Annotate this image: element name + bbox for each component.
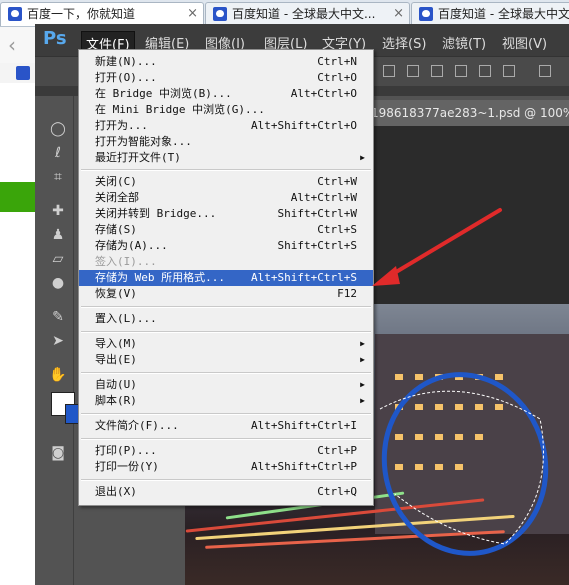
baidu-paw-icon[interactable] (16, 66, 30, 80)
menu-item-close-all[interactable]: 关闭全部 Alt+Ctrl+W (79, 190, 373, 206)
menu-item-label: 签入(I)... (95, 255, 157, 268)
page-green-block (0, 182, 40, 212)
menu-item-open-smart-object[interactable]: 打开为智能对象... (79, 134, 373, 150)
browser-tab-title: 百度知道 - 全球最大中文... (232, 7, 376, 21)
browser-tab-baidu[interactable]: 百度一下，你就知道 × (0, 2, 204, 26)
menu-item-label: 在 Bridge 中浏览(B)... (95, 87, 232, 100)
menu-item-label: 最近打开文件(T) (95, 151, 181, 164)
menu-item-label: 恢复(V) (95, 287, 137, 300)
menu-item-shortcut: Shift+Ctrl+W (277, 207, 357, 220)
menu-item-print[interactable]: 打印(P)... Ctrl+P (79, 443, 373, 459)
menu-separator (81, 413, 371, 415)
menu-item-shortcut: Ctrl+P (317, 444, 357, 457)
menu-item-save-for-web[interactable]: 存储为 Web 所用格式... Alt+Shift+Ctrl+S (79, 270, 373, 286)
menu-item-label: 关闭并转到 Bridge... (95, 207, 217, 220)
menu-item-browse-mini-bridge[interactable]: 在 Mini Bridge 中浏览(G)... (79, 102, 373, 118)
menu-item-save-as[interactable]: 存储为(A)... Shift+Ctrl+S (79, 238, 373, 254)
back-arrow-icon[interactable]: ‹ (8, 35, 30, 57)
menu-separator (81, 479, 371, 481)
menu-item-label: 打开(O)... (95, 71, 157, 84)
menu-item-automate[interactable]: 自动(U) ▶ (79, 377, 373, 393)
menu-item-label: 关闭(C) (95, 175, 137, 188)
menu-item-label: 打开为... (95, 119, 148, 132)
browser-tab-zhidao-2[interactable]: 百度知道 - 全球最大中文 (411, 2, 569, 26)
menu-item-shortcut: Alt+Ctrl+O (290, 87, 357, 100)
menu-item-shortcut: Alt+Shift+Ctrl+O (251, 119, 357, 132)
menu-item-revert[interactable]: 恢复(V) F12 (79, 286, 373, 302)
file-menu-dropdown: 新建(N)... Ctrl+N 打开(O)... Ctrl+O 在 Bridge 中… (78, 49, 374, 506)
menu-item-shortcut: F12 (337, 287, 357, 300)
browser-tab-title: 百度知道 - 全球最大中文 (438, 7, 569, 21)
submenu-arrow-icon: ▶ (360, 396, 365, 405)
menu-item-label: 新建(N)... (95, 55, 157, 68)
menu-item-label: 脚本(R) (95, 394, 137, 407)
menu-item-export[interactable]: 导出(E) ▶ (79, 352, 373, 368)
submenu-arrow-icon: ▶ (360, 339, 365, 348)
menu-item-close-go-bridge[interactable]: 关闭并转到 Bridge... Shift+Ctrl+W (79, 206, 373, 222)
menu-separator (81, 438, 371, 440)
menu-item-shortcut: Ctrl+N (317, 55, 357, 68)
menu-item-file-info[interactable]: 文件简介(F)... Alt+Shift+Ctrl+I (79, 418, 373, 434)
submenu-arrow-icon: ▶ (360, 153, 365, 162)
menu-item-shortcut: Shift+Ctrl+S (277, 239, 357, 252)
menu-item-print-one-copy[interactable]: 打印一份(Y) Alt+Shift+Ctrl+P (79, 459, 373, 475)
menu-item-label: 打印一份(Y) (95, 460, 159, 473)
menu-item-shortcut: Alt+Shift+Ctrl+P (251, 460, 357, 473)
menu-item-save[interactable]: 存储(S) Ctrl+S (79, 222, 373, 238)
menu-separator (81, 306, 371, 308)
menu-item-label: 关闭全部 (95, 191, 139, 204)
close-icon[interactable]: × (393, 3, 404, 25)
menu-separator (81, 372, 371, 374)
browser-tab-bar: 百度一下，你就知道 × 百度知道 - 全球最大中文... × 百度知道 - 全球… (0, 0, 569, 27)
menu-item-exit[interactable]: 退出(X) Ctrl+Q (79, 484, 373, 500)
close-icon[interactable]: × (187, 3, 198, 25)
menu-item-label: 导出(E) (95, 353, 137, 366)
menu-item-label: 存储为 Web 所用格式... (95, 271, 225, 284)
submenu-arrow-icon: ▶ (360, 355, 365, 364)
baidu-paw-icon (8, 7, 22, 21)
menu-item-shortcut: Ctrl+S (317, 223, 357, 236)
menu-separator (81, 331, 371, 333)
menu-item-new[interactable]: 新建(N)... Ctrl+N (79, 54, 373, 70)
menu-item-shortcut: Alt+Shift+Ctrl+I (251, 419, 357, 432)
menu-item-label: 打开为智能对象... (95, 135, 192, 148)
menu-item-scripts[interactable]: 脚本(R) ▶ (79, 393, 373, 409)
submenu-arrow-icon: ▶ (360, 380, 365, 389)
menu-item-label: 导入(M) (95, 337, 137, 350)
menu-item-check-in: 签入(I)... (79, 254, 373, 270)
menu-item-label: 打印(P)... (95, 444, 157, 457)
menu-item-label: 存储为(A)... (95, 239, 168, 252)
menu-item-shortcut: Ctrl+O (317, 71, 357, 84)
menu-item-label: 置入(L)... (95, 312, 157, 325)
menu-item-import[interactable]: 导入(M) ▶ (79, 336, 373, 352)
menu-item-shortcut: Alt+Shift+Ctrl+S (251, 271, 357, 284)
menu-item-shortcut: Ctrl+W (317, 175, 357, 188)
menu-item-label: 存储(S) (95, 223, 137, 236)
menu-item-label: 自动(U) (95, 378, 137, 391)
menu-item-place[interactable]: 置入(L)... (79, 311, 373, 327)
baidu-paw-icon (419, 7, 433, 21)
menu-item-shortcut: Ctrl+Q (317, 485, 357, 498)
menu-item-recent-files[interactable]: 最近打开文件(T) ▶ (79, 150, 373, 166)
menu-item-label: 在 Mini Bridge 中浏览(G)... (95, 103, 265, 116)
menu-item-browse-bridge[interactable]: 在 Bridge 中浏览(B)... Alt+Ctrl+O (79, 86, 373, 102)
menu-item-open-as[interactable]: 打开为... Alt+Shift+Ctrl+O (79, 118, 373, 134)
browser-tab-title: 百度一下，你就知道 (27, 7, 136, 21)
baidu-paw-icon (213, 7, 227, 21)
menu-item-label: 退出(X) (95, 485, 137, 498)
menu-item-open[interactable]: 打开(O)... Ctrl+O (79, 70, 373, 86)
menu-item-close[interactable]: 关闭(C) Ctrl+W (79, 174, 373, 190)
menu-separator (81, 169, 371, 171)
menu-item-shortcut: Alt+Ctrl+W (290, 191, 357, 204)
browser-tab-zhidao[interactable]: 百度知道 - 全球最大中文... × (205, 2, 410, 26)
menu-item-label: 文件简介(F)... (95, 419, 179, 432)
